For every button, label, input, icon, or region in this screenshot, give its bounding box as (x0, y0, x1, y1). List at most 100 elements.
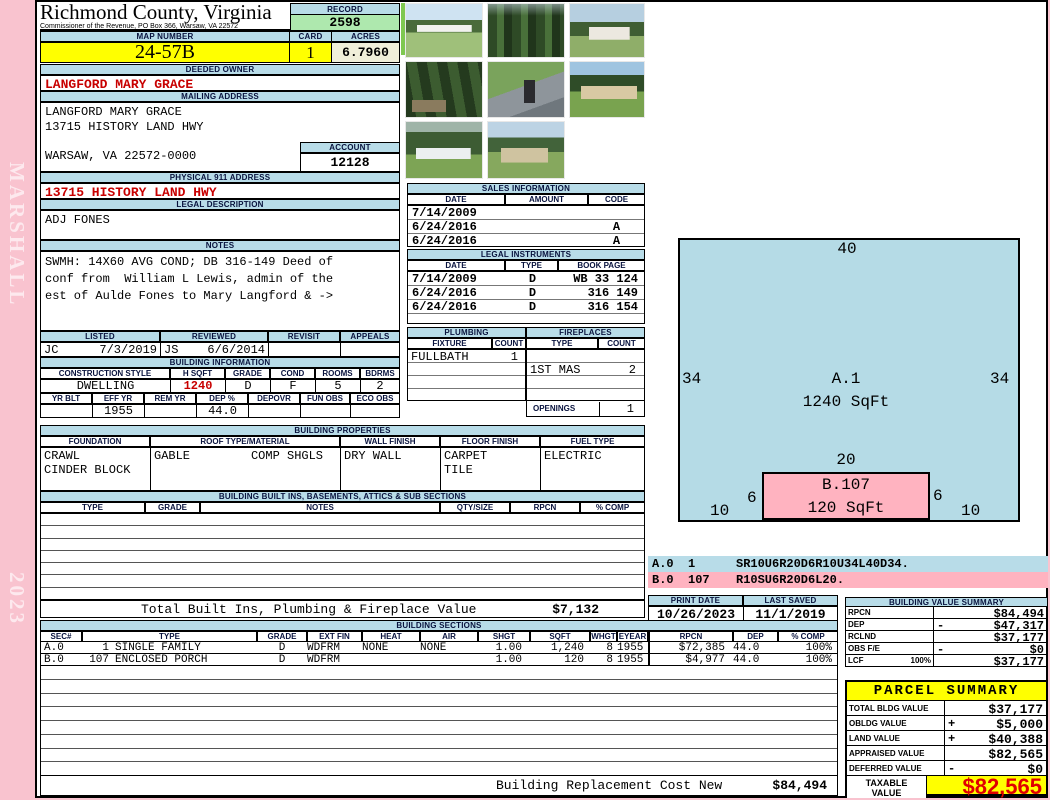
col-cond: COND (270, 368, 315, 379)
parcel-label: OBLDG VALUE (847, 716, 945, 730)
bdrms-value: 2 (376, 379, 384, 393)
listed-by: JC (44, 343, 59, 357)
col-air: AIR (420, 631, 478, 642)
col-shgt: SHGT (478, 631, 530, 642)
instrument-book-page: WB 33 124 (573, 272, 638, 286)
col-type: TYPE (505, 260, 558, 271)
funobs-value (301, 405, 351, 417)
sketch-a-code: A.1 (831, 370, 861, 388)
parcel-sign (945, 701, 961, 715)
col-sec: SEC# (40, 631, 82, 642)
physical-address-label: PHYSICAL 911 ADDRESS (40, 172, 400, 183)
col-pct-comp: % COMP (580, 502, 645, 513)
property-photo-4[interactable] (405, 61, 483, 118)
building-sections-banner: BUILDING SECTIONS (40, 620, 838, 631)
empty-row (408, 363, 525, 376)
sec-air: NONE (420, 641, 447, 654)
col-remyr: REM YR (144, 393, 196, 404)
property-photo-2[interactable] (487, 3, 565, 58)
revisit-cell (269, 343, 341, 356)
col-effyr: EFF YR (92, 393, 144, 404)
property-photo-1[interactable] (405, 3, 483, 58)
sale-amount (506, 220, 589, 233)
col-book-page: BOOK PAGE (558, 260, 645, 271)
appeals-label: APPEALS (340, 331, 400, 342)
property-photo-3[interactable] (569, 3, 645, 58)
sec-grade: D (278, 653, 286, 666)
foundation-line: CRAWL (44, 449, 81, 463)
sec-id: A.0 (44, 641, 64, 654)
dim-b-bottom-right: 10 (961, 502, 981, 520)
col-foundation: FOUNDATION (40, 436, 150, 447)
summary-label: RCLND (848, 632, 876, 641)
sale-date: 7/14/2009 (412, 206, 477, 220)
sale-code: A (612, 219, 621, 234)
instrument-book-page: 316 149 (587, 286, 638, 300)
summary-row: RCLND $37,177 (845, 631, 1048, 645)
summary-label-cell: OBS F/E (846, 643, 934, 654)
col-eyear: EYEAR (617, 631, 648, 642)
last-saved-value: 11/1/2019 (755, 606, 826, 622)
summary-label-cell: RCLND (846, 631, 934, 642)
legal-rows: 7/14/2009 D WB 33 124 6/24/2016 D 316 14… (407, 271, 645, 324)
replacement-cost-value: $84,494 (772, 778, 827, 793)
sec-shgt: 1.00 (495, 653, 522, 666)
county-title: Richmond County, Virginia (40, 0, 272, 24)
floor-line: TILE (444, 463, 473, 477)
table-row: FULLBATH 1 (408, 350, 525, 364)
legend-path: SR10U6R20D6R10U34L40D34. (736, 557, 909, 571)
vendor-label: MARSHALL (5, 162, 29, 308)
sidebar: MARSHALL 2023 (0, 0, 35, 800)
building-sections-headers: SEC# TYPE GRADE EXT FIN HEAT AIR SHGT SQ… (40, 631, 838, 642)
card-value: 1 (289, 42, 332, 63)
dim-b-right: 6 (933, 487, 943, 505)
empty-row (527, 389, 644, 401)
built-ins-total-label: Total Built Ins, Plumbing & Fireplace Va… (141, 601, 477, 617)
legend-sec: B.0 (652, 573, 674, 587)
foundation-line: CINDER BLOCK (44, 463, 131, 477)
col-funobs: FUN OBS (300, 393, 350, 404)
table-row: 7/14/2009 D WB 33 124 (408, 272, 644, 286)
notes-line: SWMH: 14X60 AVG COND; DB 316-149 Deed of (45, 255, 334, 269)
rooms-value: 5 (316, 379, 361, 393)
revisit-label: REVISIT (268, 331, 340, 342)
legal-banner: LEGAL INSTRUMENTS (407, 249, 645, 260)
parcel-value: $5,000 (961, 716, 1046, 732)
floor-line: CARPET (444, 449, 488, 463)
property-photo-7[interactable] (405, 121, 483, 179)
fireplace-type: 1ST MAS (530, 363, 581, 377)
mailing-line: LANGFORD MARY GRACE (45, 105, 182, 119)
legal-headers: DATE TYPE BOOK PAGE (407, 260, 645, 271)
property-photo-6[interactable] (569, 61, 645, 118)
review-header-row: LISTED REVIEWED REVISIT APPEALS (40, 331, 400, 342)
empty-row (41, 749, 837, 763)
building-info-values-1: DWELLING 1240 D F 5 2 (40, 379, 400, 393)
built-ins-total-row: Total Built Ins, Plumbing & Fireplace Va… (40, 600, 645, 618)
commissioner-line: Commissioner of the Revenue, PO Box 366,… (40, 23, 239, 30)
empty-row (41, 526, 644, 539)
openings-count: 1 (599, 401, 642, 416)
cond-value: F (271, 379, 316, 393)
sec-grade: D (278, 641, 286, 654)
property-photo-5[interactable] (487, 61, 565, 118)
sec-id: B.0 (44, 653, 64, 666)
building-info-values-2: 1955 44.0 (40, 404, 400, 418)
parcel-sign: + (945, 731, 961, 746)
dim-b-bottom-left: 10 (710, 502, 730, 520)
col-count: COUNT (492, 338, 526, 349)
sec-rpcn: $72,385 (648, 641, 733, 654)
roof-material: COMP SHGLS (250, 449, 323, 463)
property-photo-8[interactable] (487, 121, 565, 179)
building-properties-headers: FOUNDATION ROOF TYPE/MATERIAL WALL FINIS… (40, 436, 645, 447)
instrument-type: D (528, 285, 537, 300)
col-construction-style: CONSTRUCTION STYLE (40, 368, 170, 379)
sec-comp: 100% (805, 641, 832, 654)
replacement-cost-label: Building Replacement Cost New (496, 778, 723, 793)
col-code: CODE (588, 194, 645, 205)
sec-sqft: 120 (564, 653, 584, 666)
empty-row (527, 376, 644, 389)
sec-shgt: 1.00 (495, 641, 522, 654)
parcel-row: TOTAL BLDG VALUE $37,177 (847, 700, 1046, 717)
notes-box: SWMH: 14X60 AVG COND; DB 316-149 Deed of… (40, 251, 400, 331)
col-depovr: DEPOVR (248, 393, 300, 404)
